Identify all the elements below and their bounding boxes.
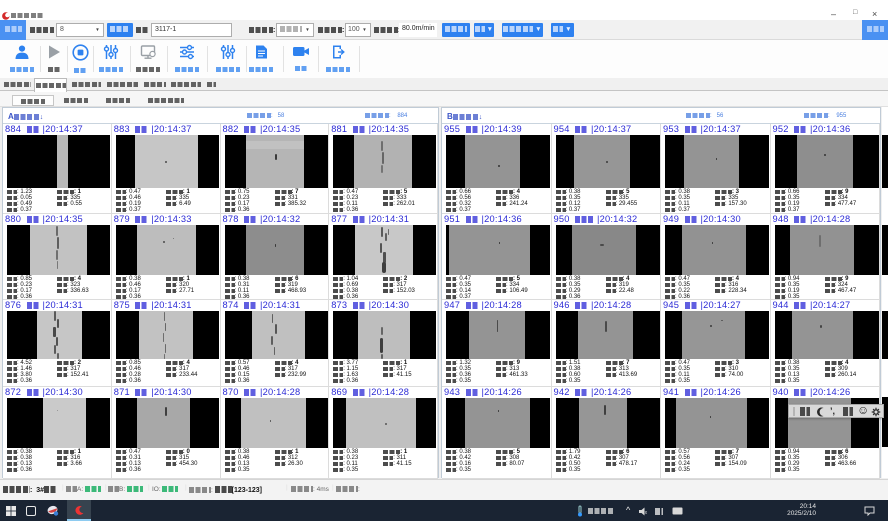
svg-text:x: x <box>645 510 648 516</box>
